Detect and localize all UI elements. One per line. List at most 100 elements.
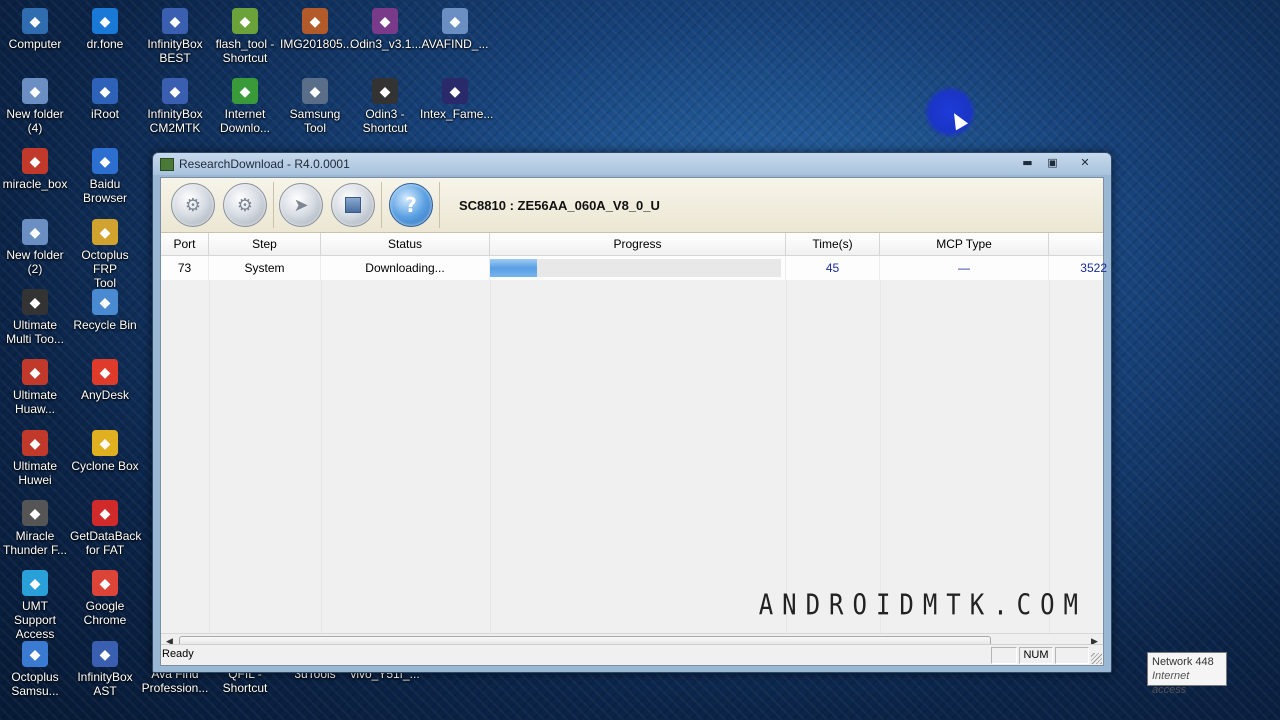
desktop-icon[interactable]: ◆ Intex_Fame...	[420, 78, 493, 121]
help-button[interactable]: ?	[389, 183, 433, 227]
desktop-icon[interactable]: ◆ UMT Support Access	[0, 570, 70, 641]
baidu-icon: ◆	[92, 148, 118, 174]
stop-button[interactable]	[331, 183, 375, 227]
column-header-time[interactable]: Time(s)	[786, 233, 880, 255]
infinitybox-icon: ◆	[162, 8, 188, 34]
umt-icon: ◆	[22, 570, 48, 596]
desktop-icon-label: Baidu Browser	[82, 177, 127, 205]
toolbar-separator	[273, 182, 274, 228]
desktop-icon[interactable]: ◆ Samsung Tool	[280, 78, 350, 135]
minimize-button[interactable]: ▬	[1015, 153, 1040, 171]
desktop-icon[interactable]: ◆ New folder (4)	[0, 78, 70, 135]
desktop-icon[interactable]: ◆ Computer	[0, 8, 70, 51]
desktop-icon-label: flash_tool - Shortcut	[215, 37, 275, 65]
desktop-icon-label: Samsung Tool	[289, 107, 341, 135]
desktop-icon-label: Odin3_v3.1...	[350, 37, 422, 51]
desktop-icon[interactable]: ◆ Baidu Browser	[70, 148, 140, 205]
desktop-icon-label: miracle_box	[2, 177, 68, 191]
window-title: ResearchDownload - R4.0.0001	[179, 157, 350, 171]
desktop-icon-label: InfinityBox AST	[77, 670, 133, 698]
grid-column-lines	[161, 280, 1103, 633]
desktop-icon[interactable]: ◆ Internet Downlo...	[210, 78, 280, 135]
column-header-progress[interactable]: Progress	[490, 233, 786, 255]
research-download-window: ResearchDownload - R4.0.0001 ▬ ▣ ✕ ⚙ ⚙ ➤…	[152, 152, 1112, 673]
table-row[interactable]: 73 System Downloading... 45 — 3522	[161, 256, 1107, 280]
desktop-icon-label: Octoplus Samsu...	[11, 670, 59, 698]
desktop-icon-label: Recycle Bin	[73, 318, 137, 332]
desktop-icon[interactable]: ◆ Octoplus FRP Tool	[70, 219, 140, 290]
status-bar: Ready NUM	[161, 644, 1103, 665]
column-header-status[interactable]: Status	[321, 233, 490, 255]
desktop-icon[interactable]: ◆ AVAFIND_...	[420, 8, 490, 51]
load-packet-button[interactable]: ⚙	[171, 183, 215, 227]
grid-header: Port Step Status Progress Time(s) MCP Ty…	[161, 233, 1103, 256]
port-grid: Port Step Status Progress Time(s) MCP Ty…	[161, 233, 1107, 633]
network-tooltip-title: Network 448	[1152, 656, 1214, 668]
desktop-icon[interactable]: ◆ AnyDesk	[70, 359, 140, 402]
cell-status: Downloading...	[321, 256, 490, 280]
winrar-icon: ◆	[372, 8, 398, 34]
desktop-icon-label: New folder (4)	[6, 107, 64, 135]
intex-icon: ◆	[442, 78, 468, 104]
cursor-highlight	[924, 86, 976, 138]
progress-bar	[490, 259, 781, 277]
desktop-icon[interactable]: ◆ InfinityBox AST	[70, 641, 140, 698]
desktop-icon[interactable]: ◆ New folder (2)	[0, 219, 70, 276]
cell-step: System	[209, 256, 321, 280]
desktop-icon[interactable]: ◆ flash_tool - Shortcut	[210, 8, 280, 65]
column-header-step[interactable]: Step	[209, 233, 321, 255]
desktop-icon[interactable]: ◆ dr.fone	[70, 8, 140, 51]
desktop-icon-label: Ultimate Multi Too...	[6, 318, 64, 346]
desktop-icon-label: Odin3 - Shortcut	[362, 107, 408, 135]
title-bar[interactable]: ResearchDownload - R4.0.0001 ▬ ▣ ✕	[153, 153, 1111, 175]
settings-button[interactable]: ⚙	[223, 183, 267, 227]
idm-icon: ◆	[232, 78, 258, 104]
desktop-icon[interactable]: ◆ Odin3 - Shortcut	[350, 78, 420, 135]
desktop-icon-label: InfinityBox CM2MTK	[147, 107, 203, 135]
desktop-icon[interactable]: ◆ miracle_box	[0, 148, 70, 191]
lifebuoy-icon: ◆	[92, 500, 118, 526]
play-icon: ➤	[293, 194, 309, 216]
column-header-port[interactable]: Port	[161, 233, 209, 255]
desktop-icon[interactable]: ◆ Odin3_v3.1...	[350, 8, 422, 51]
desktop-icon[interactable]: ◆ Octoplus Samsu...	[0, 641, 70, 698]
maximize-button[interactable]: ▣	[1040, 153, 1065, 171]
desktop-icon-label: Google Chrome	[83, 599, 127, 627]
desktop-icon-label: AVAFIND_...	[421, 37, 489, 51]
odin-icon: ◆	[372, 78, 398, 104]
desktop-icon[interactable]: ◆ GetDataBack for FAT	[70, 500, 142, 557]
desktop-icon[interactable]: ◆ Ultimate Huwei	[0, 430, 70, 487]
desktop-icon[interactable]: ◆ Miracle Thunder F...	[0, 500, 70, 557]
cell-progress	[490, 256, 786, 280]
desktop-icon-label: Cyclone Box	[71, 459, 139, 473]
desktop-icon[interactable]: ◆ Google Chrome	[70, 570, 140, 627]
desktop-icon[interactable]: ◆ Cyclone Box	[70, 430, 140, 473]
desktop-icon-label: AnyDesk	[80, 388, 130, 402]
toolbar-separator	[439, 182, 440, 228]
desktop-icon[interactable]: ◆ Ultimate Multi Too...	[0, 289, 70, 346]
cell-extra: 3522	[1080, 261, 1107, 275]
status-panel	[991, 647, 1017, 664]
chrome-icon: ◆	[92, 570, 118, 596]
desktop-icon[interactable]: ◆ InfinityBox BEST	[140, 8, 210, 65]
desktop-icon[interactable]: ◆ iRoot	[70, 78, 140, 121]
octoplus-icon: ◆	[92, 219, 118, 245]
close-button[interactable]: ✕	[1065, 153, 1105, 171]
start-button[interactable]: ➤	[279, 183, 323, 227]
folder-icon: ◆	[442, 8, 468, 34]
desktop-icon-label: GetDataBack for FAT	[70, 529, 142, 557]
desktop-icon[interactable]: ◆ IMG201805...	[280, 8, 353, 51]
desktop-icon-label: Ultimate Huwei	[12, 459, 57, 487]
column-header-extra[interactable]	[1049, 233, 1107, 255]
gear-icon: ◆	[302, 78, 328, 104]
column-header-mcp-type[interactable]: MCP Type	[880, 233, 1049, 255]
huawei-icon: ◆	[22, 359, 48, 385]
progress-bar-fill	[490, 259, 537, 277]
desktop-icon[interactable]: ◆ InfinityBox CM2MTK	[140, 78, 210, 135]
cell-port: 73	[161, 256, 209, 280]
octoplus-icon: ◆	[22, 641, 48, 667]
desktop-icon[interactable]: ◆ Recycle Bin	[70, 289, 140, 332]
desktop-icon[interactable]: ◆ Ultimate Huaw...	[0, 359, 70, 416]
resize-grip[interactable]	[1091, 653, 1102, 664]
desktop-icon-label: UMT Support Access	[13, 599, 57, 641]
